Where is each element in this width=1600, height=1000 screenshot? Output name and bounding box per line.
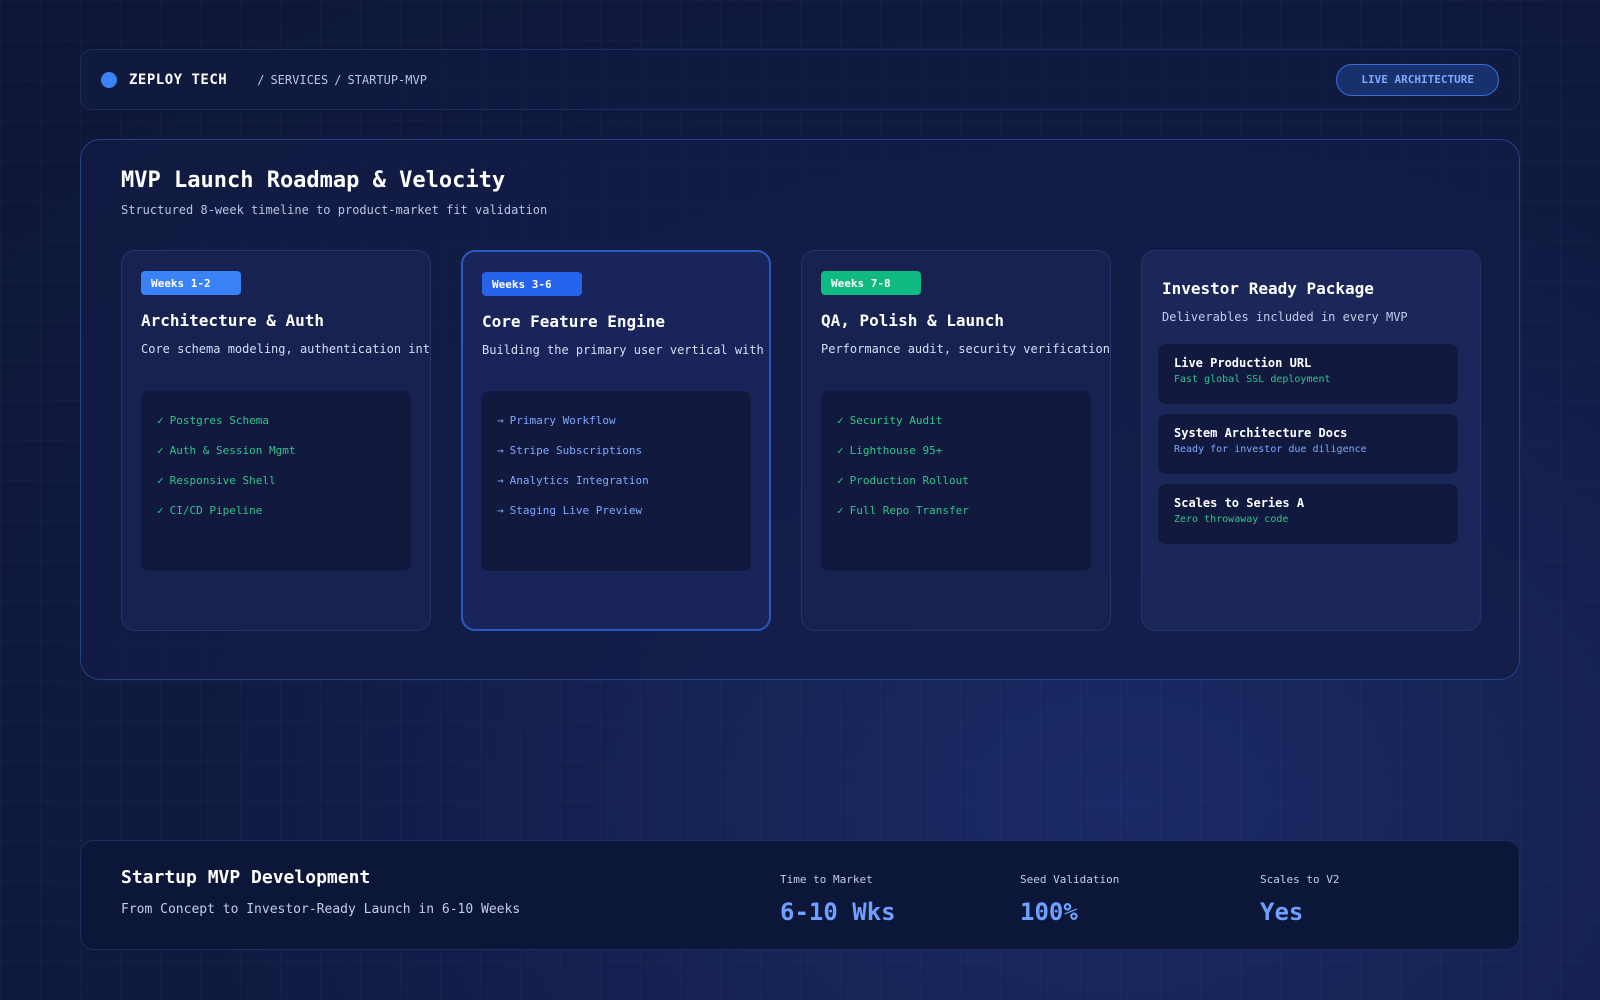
metric-time-to-market: Time to Market 6-10 Wks <box>780 873 896 926</box>
check-icon: ✓ <box>837 503 844 517</box>
check-icon: ✓ <box>837 443 844 457</box>
metric-value: 6-10 Wks <box>780 898 896 926</box>
top-nav-bar: ZEPLOY TECH / SERVICES / STARTUP-MVP LIV… <box>80 49 1520 110</box>
check-icon: ✓ <box>157 503 164 517</box>
check-icon: ✓ <box>157 413 164 427</box>
breadcrumb-item-startup-mvp[interactable]: STARTUP-MVP <box>347 73 426 87</box>
list-item: ✓ Lighthouse 95+ <box>837 443 943 457</box>
deliverable-item[interactable]: System Architecture Docs Ready for inves… <box>1158 414 1458 474</box>
list-item: ✓ Full Repo Transfer <box>837 503 969 517</box>
check-icon: ✓ <box>837 413 844 427</box>
list-item: → Stripe Subscriptions <box>497 443 643 457</box>
deliverable-subtitle: Zero throwaway code <box>1174 514 1289 525</box>
arrow-right-icon: → <box>497 503 504 517</box>
list-item: ✓ CI/CD Pipeline <box>157 503 263 517</box>
deliverable-title: Live Production URL <box>1174 356 1312 370</box>
phase-card-3[interactable]: Weeks 7-8 QA, Polish & Launch Performanc… <box>801 250 1111 631</box>
list-item: → Staging Live Preview <box>497 503 643 517</box>
check-icon: ✓ <box>157 473 164 487</box>
package-title: Investor Ready Package <box>1162 279 1374 298</box>
page-title: MVP Launch Roadmap & Velocity <box>121 168 506 193</box>
list-item: ✓ Production Rollout <box>837 473 969 487</box>
phase-title: QA, Polish & Launch <box>821 311 1005 330</box>
phase-checklist: ✓ Postgres Schema ✓ Auth & Session Mgmt ✓ R… <box>141 391 411 571</box>
phase-checklist: ✓ Security Audit ✓ Lighthouse 95+ ✓ Product… <box>821 391 1091 571</box>
deliverable-title: System Architecture Docs <box>1174 426 1348 440</box>
deliverable-subtitle: Fast global SSL deployment <box>1174 374 1331 385</box>
phase-badge: Weeks 3-6 <box>482 272 582 296</box>
deliverable-item[interactable]: Scales to Series A Zero throwaway code <box>1158 484 1458 544</box>
arrow-right-icon: → <box>497 413 504 427</box>
brand-name[interactable]: ZEPLOY TECH <box>129 72 227 88</box>
phase-badge: Weeks 1-2 <box>141 271 241 295</box>
phase-cards: Weeks 1-2 Architecture & Auth Core schem… <box>121 250 1481 631</box>
list-item: ✓ Auth & Session Mgmt <box>157 443 296 457</box>
arrow-right-icon: → <box>497 443 504 457</box>
metric-seed-validation: Seed Validation 100% <box>1020 873 1119 926</box>
phase-title: Core Feature Engine <box>482 312 666 331</box>
metric-scales-to-v2: Scales to V2 Yes <box>1260 873 1339 926</box>
deliverable-subtitle: Ready for investor due diligence <box>1174 444 1367 455</box>
breadcrumb-separator: / <box>334 72 342 87</box>
arrow-right-icon: → <box>497 473 504 487</box>
phase-description: Performance audit, security verification… <box>821 342 1111 356</box>
check-icon: ✓ <box>837 473 844 487</box>
phase-description: Core schema modeling, authentication int… <box>141 342 430 356</box>
phase-card-2[interactable]: Weeks 3-6 Core Feature Engine Building t… <box>461 250 771 631</box>
phase-checklist: → Primary Workflow → Stripe Subscriptions … <box>481 391 751 571</box>
deliverable-item[interactable]: Live Production URL Fast global SSL depl… <box>1158 344 1458 404</box>
roadmap-panel: MVP Launch Roadmap & Velocity Structured… <box>80 139 1520 680</box>
list-item: ✓ Security Audit <box>837 413 943 427</box>
package-subtitle: Deliverables included in every MVP <box>1162 310 1408 324</box>
brand-logo-icon <box>101 71 117 88</box>
investor-package-card: Investor Ready Package Deliverables incl… <box>1141 250 1481 631</box>
breadcrumb-item-services[interactable]: SERVICES <box>270 73 328 87</box>
list-item: ✓ Responsive Shell <box>157 473 276 487</box>
service-summary-bar: Startup MVP Development From Concept to … <box>80 840 1520 950</box>
metric-label: Seed Validation <box>1020 873 1120 886</box>
breadcrumb-separator: / <box>257 72 265 87</box>
phase-card-1[interactable]: Weeks 1-2 Architecture & Auth Core schem… <box>121 250 431 631</box>
breadcrumb: / SERVICES / STARTUP-MVP <box>257 73 427 87</box>
metric-value: 100% <box>1020 898 1078 926</box>
metric-label: Scales to V2 <box>1260 873 1340 886</box>
metric-label: Time to Market <box>780 873 873 886</box>
deliverable-title: Scales to Series A <box>1174 496 1305 510</box>
deliverables-list: Live Production URL Fast global SSL depl… <box>1158 344 1460 544</box>
page-subtitle: Structured 8-week timeline to product-ma… <box>121 203 548 217</box>
phase-description: Building the primary user vertical with … <box>482 343 769 357</box>
list-item: ✓ Postgres Schema <box>157 413 269 427</box>
list-item: → Analytics Integration <box>497 473 649 487</box>
list-item: → Primary Workflow <box>497 413 616 427</box>
check-icon: ✓ <box>157 443 164 457</box>
metric-value: Yes <box>1260 898 1304 926</box>
live-architecture-button[interactable]: LIVE ARCHITECTURE <box>1336 63 1499 96</box>
phase-title: Architecture & Auth <box>141 311 325 330</box>
phase-badge: Weeks 7-8 <box>821 271 921 295</box>
